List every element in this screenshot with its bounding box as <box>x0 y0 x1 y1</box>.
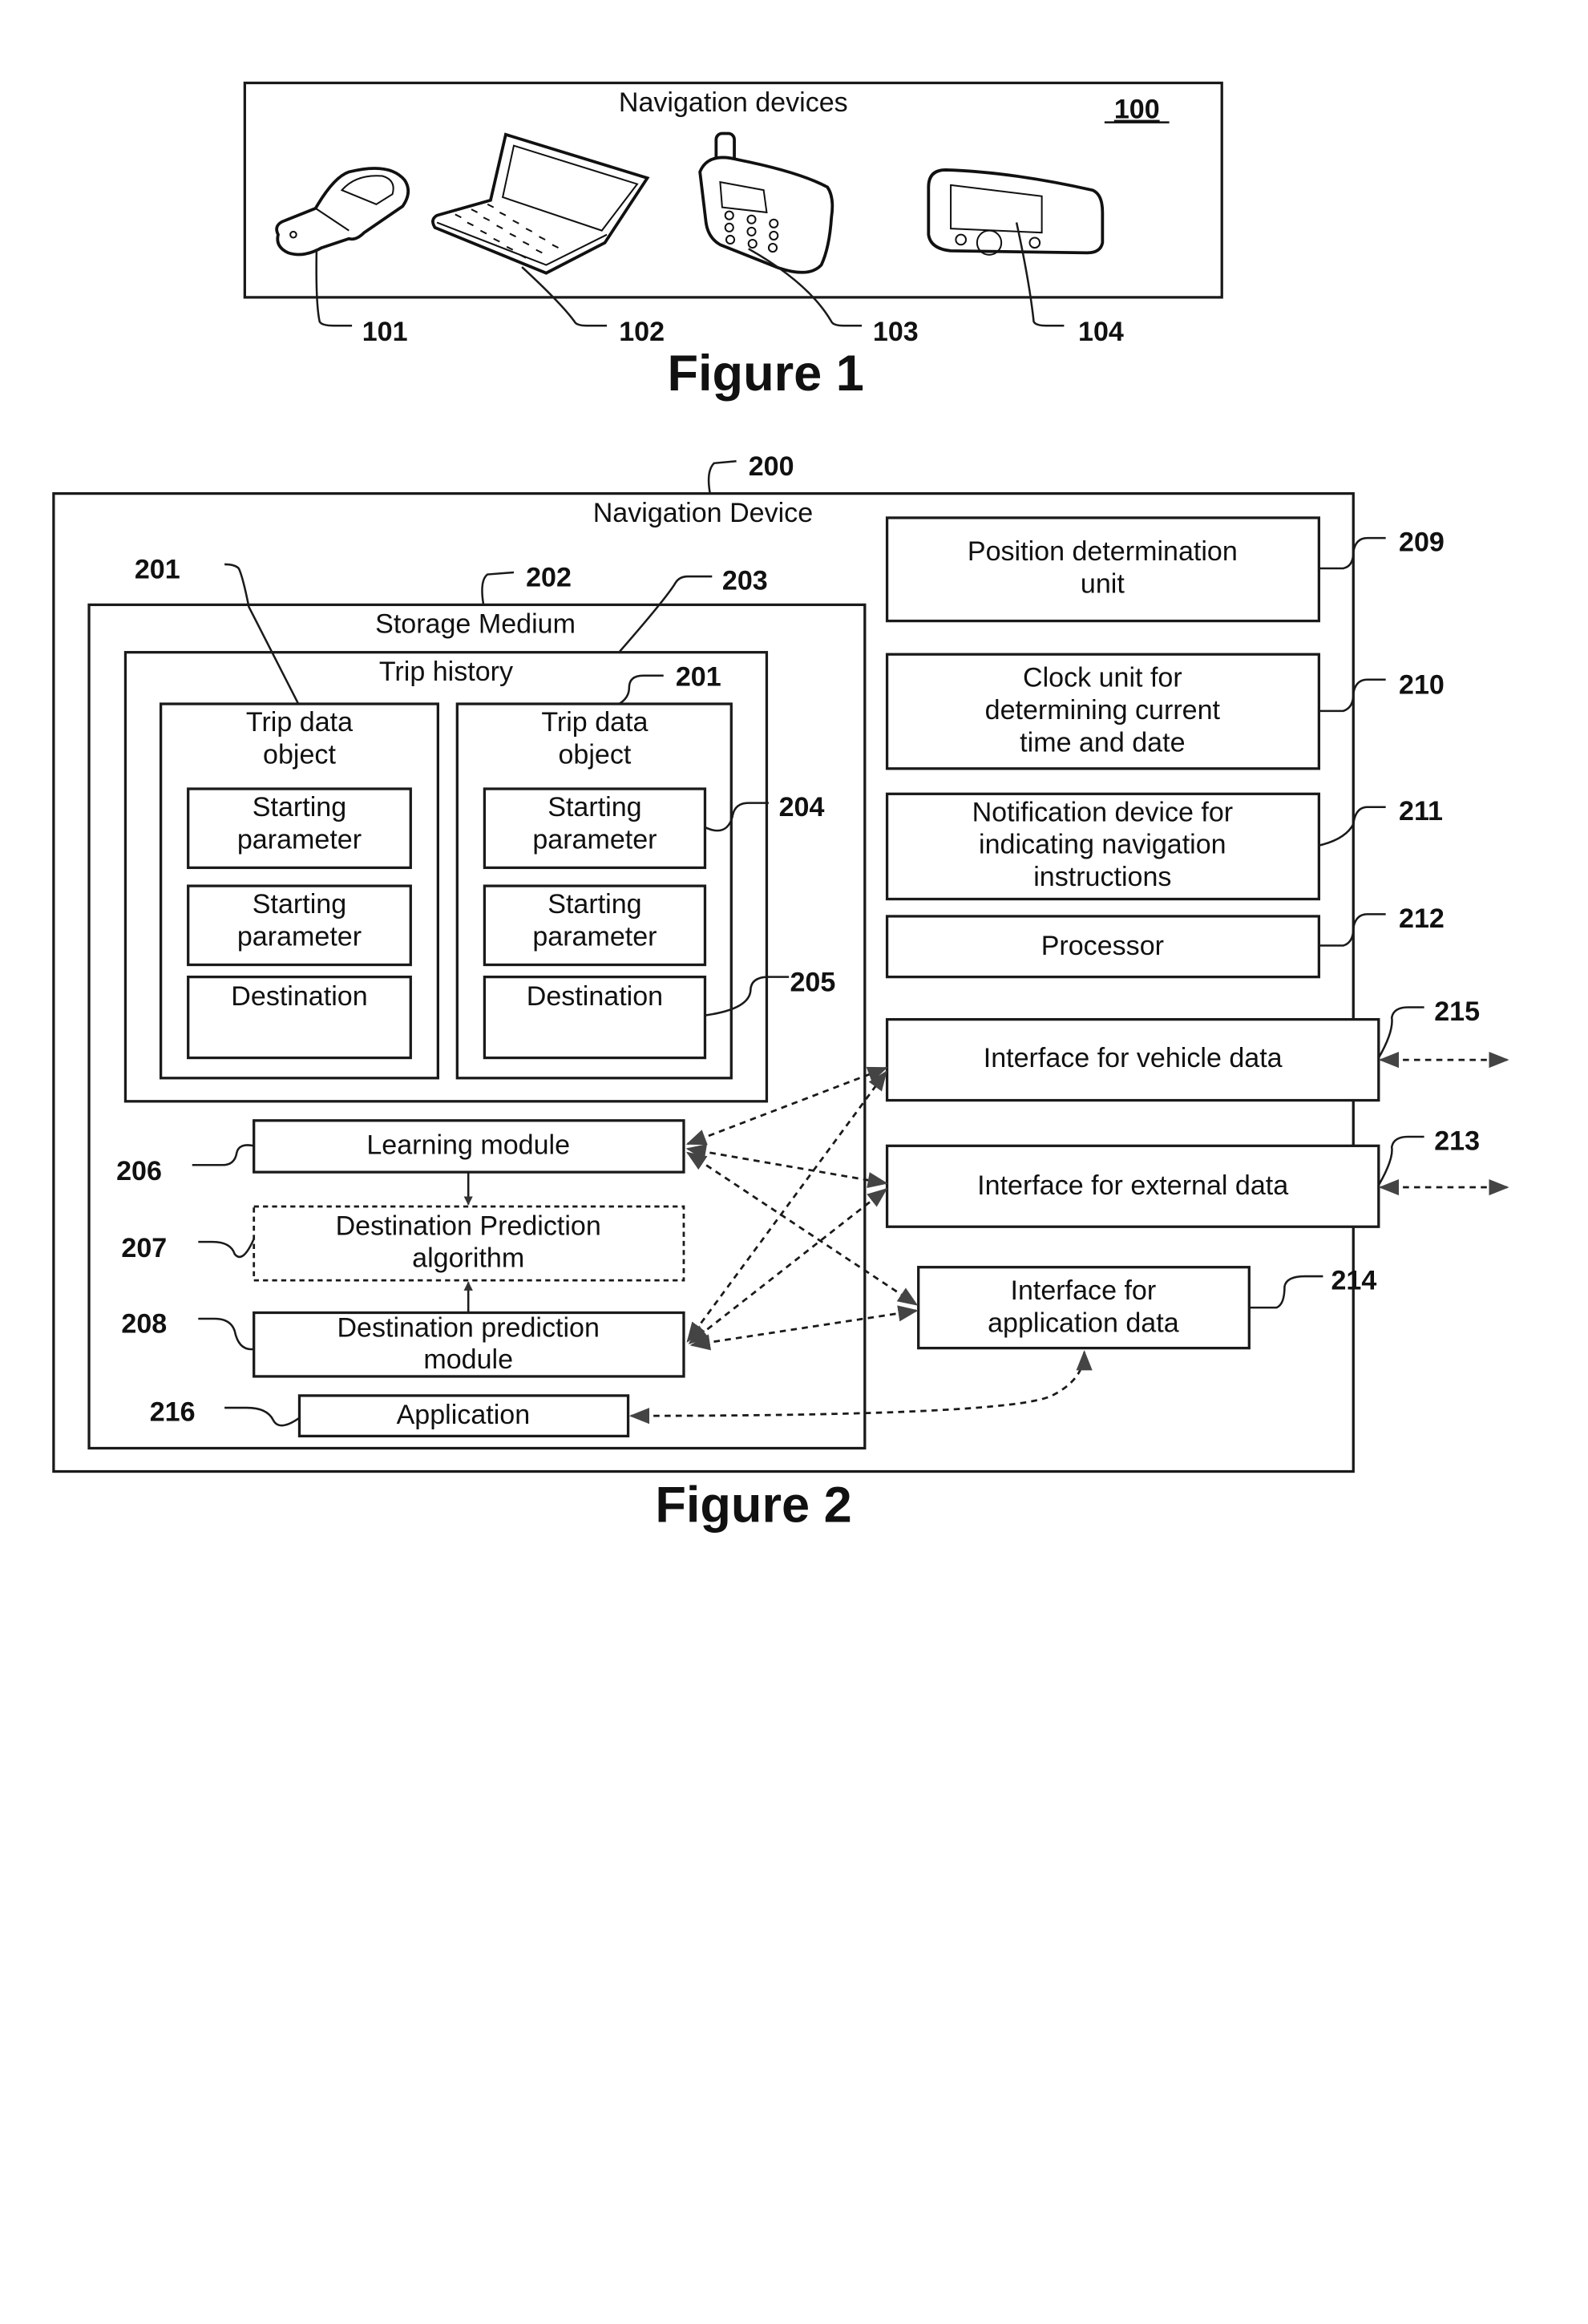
interface-vehicle-data: Interface for vehicle data <box>885 1017 1380 1102</box>
position-determination-unit: Position determination unit <box>885 516 1321 623</box>
unit-label: determining current <box>985 695 1221 725</box>
algorithm-label: Destination Prediction <box>336 1211 601 1241</box>
ref-211: 211 <box>1399 796 1443 827</box>
ref-213: 213 <box>1434 1126 1480 1156</box>
ref-210: 210 <box>1399 669 1445 700</box>
ref-204: 204 <box>779 792 825 822</box>
ref-200: 200 <box>749 451 794 482</box>
unit-label: Processor <box>1041 931 1164 961</box>
ref-208: 208 <box>121 1309 167 1340</box>
ref-103: 103 <box>873 317 919 347</box>
starting-parameter-label: parameter <box>237 824 362 855</box>
ref-102: 102 <box>619 317 665 347</box>
trip-history-label: Trip history <box>379 657 513 687</box>
starting-parameter-label: Starting <box>548 792 641 822</box>
unit-label: unit <box>1081 568 1125 599</box>
ref-202: 202 <box>526 563 572 593</box>
ref-205: 205 <box>790 967 835 997</box>
ref-214: 214 <box>1331 1265 1377 1295</box>
interface-application-data: Interface for application data <box>917 1266 1251 1350</box>
starting-parameter-label: Starting <box>548 889 641 919</box>
interface-external-data: Interface for external data <box>885 1144 1380 1228</box>
starting-parameter-label: parameter <box>532 922 657 952</box>
trip-object-title: Trip data <box>246 707 353 738</box>
navigation-devices-title: Navigation devices <box>619 87 848 118</box>
interface-label: Interface for external data <box>977 1170 1288 1201</box>
ref-216: 216 <box>150 1396 196 1427</box>
starting-parameter-label: parameter <box>532 824 657 855</box>
ref-212: 212 <box>1399 903 1445 934</box>
algorithm-label: algorithm <box>412 1243 524 1274</box>
learning-module-label: Learning module <box>366 1130 570 1160</box>
prediction-module-label: Destination prediction <box>337 1313 599 1344</box>
unit-label: Position determination <box>968 536 1238 567</box>
unit-label: instructions <box>1033 862 1171 892</box>
figure-2: Navigation Device 200 Storage Medium 202… <box>52 451 1509 1534</box>
ref-203: 203 <box>722 565 768 596</box>
ref-215: 215 <box>1434 996 1480 1027</box>
ref-207: 207 <box>121 1233 167 1263</box>
figure-2-caption: Figure 2 <box>655 1477 851 1534</box>
unit-label: indicating navigation <box>979 830 1226 860</box>
unit-label: time and date <box>1020 727 1185 758</box>
destination-label: Destination <box>231 981 367 1012</box>
ref-209: 209 <box>1399 527 1445 558</box>
navigation-device-label: Navigation Device <box>593 498 813 528</box>
ref-201-left: 201 <box>135 555 180 585</box>
figure-1: Navigation devices 100 101 102 103 104 F… <box>243 81 1223 402</box>
unit-label: Notification device for <box>972 797 1234 827</box>
starting-parameter-label: Starting <box>253 792 346 822</box>
starting-parameter-label: parameter <box>237 922 362 952</box>
interface-label: Interface for <box>1011 1275 1157 1306</box>
trip-data-object-1: Trip data object Starting parameter Star… <box>159 702 439 1080</box>
prediction-module-label: module <box>423 1344 513 1375</box>
interface-label: Interface for vehicle data <box>984 1043 1283 1073</box>
starting-parameter-label: Starting <box>253 889 346 919</box>
ref-206: 206 <box>116 1156 162 1186</box>
unit-label: Clock unit for <box>1023 663 1182 693</box>
ref-104: 104 <box>1078 317 1124 347</box>
storage-medium-label: Storage Medium <box>375 609 576 640</box>
destination-label: Destination <box>527 981 663 1012</box>
ref-201-right: 201 <box>676 661 721 692</box>
application-label: Application <box>397 1400 531 1430</box>
clock-unit: Clock unit for determining current time … <box>885 653 1321 770</box>
processor: Processor <box>885 915 1321 979</box>
trip-object-title: object <box>558 739 631 770</box>
trip-object-title: Trip data <box>541 707 648 738</box>
figure-1-caption: Figure 1 <box>667 346 863 402</box>
patent-drawing: Navigation devices 100 101 102 103 104 F… <box>52 81 1509 1534</box>
notification-device: Notification device for indicating navig… <box>885 792 1321 901</box>
interface-label: application data <box>988 1308 1179 1338</box>
trip-object-title: object <box>263 739 336 770</box>
figure1-ref: 100 <box>1114 95 1160 125</box>
ref-101: 101 <box>362 317 408 347</box>
trip-data-object-2: Trip data object Starting parameter Star… <box>455 702 733 1080</box>
